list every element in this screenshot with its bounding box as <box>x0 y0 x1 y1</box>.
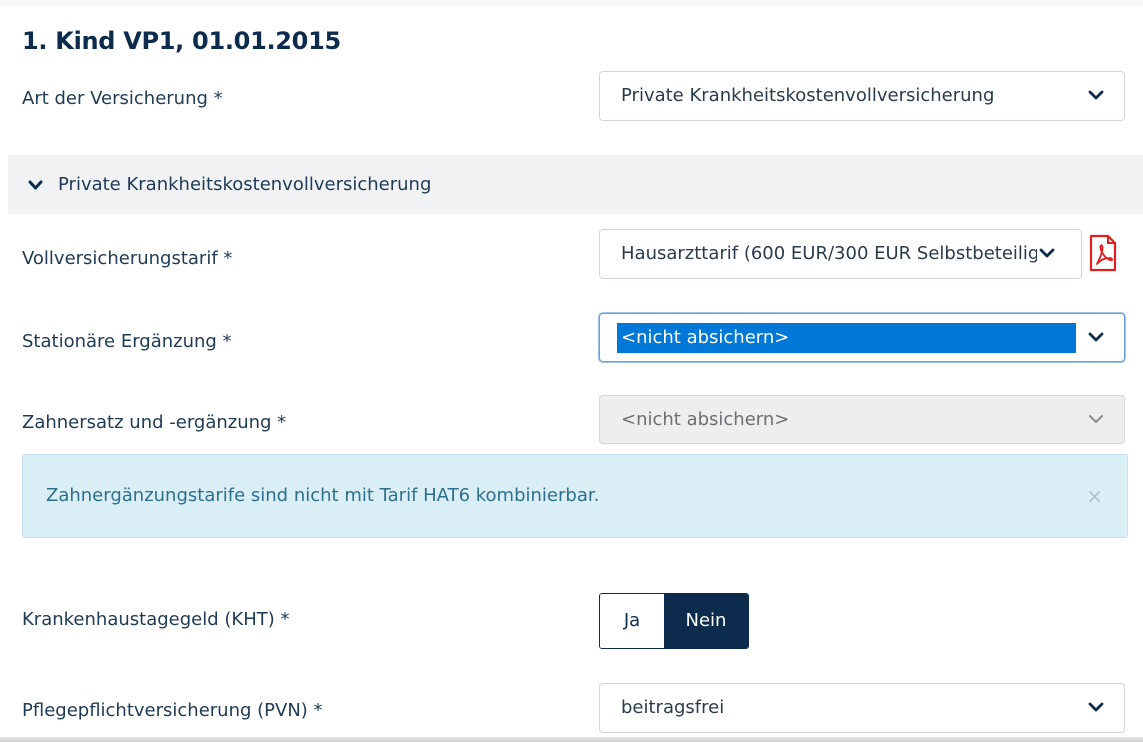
chevron-down-icon <box>1088 90 1104 100</box>
section-header-full-insurance[interactable]: Private Krankheitskostenvollversicherung <box>8 155 1143 214</box>
chevron-down-icon <box>1088 332 1104 342</box>
option-ja-button[interactable]: Ja <box>600 594 664 648</box>
chevron-down-icon <box>1089 415 1103 423</box>
inpatient-label: Stationäre Ergänzung * <box>22 331 232 352</box>
close-icon[interactable]: × <box>1086 484 1103 508</box>
section-header-label: Private Krankheitskostenvollversicherung <box>58 174 432 195</box>
care-insurance-select[interactable]: beitragsfrei <box>599 683 1125 733</box>
hospital-daily-toggle: Ja Nein <box>599 593 749 649</box>
care-insurance-value: beitragsfrei <box>621 697 725 718</box>
care-insurance-label: Pflegepflichtversicherung (PVN) * <box>22 700 323 721</box>
inpatient-select[interactable]: <nicht absichern> <box>599 313 1125 362</box>
top-edge <box>0 0 1143 6</box>
alert-message: Zahnergänzungstarife sind nicht mit Tari… <box>46 485 600 506</box>
dental-select: <nicht absichern> <box>599 395 1125 444</box>
hospital-daily-label: Krankenhaustagegeld (KHT) * <box>22 609 290 630</box>
chevron-down-icon <box>28 180 43 190</box>
dental-label: Zahnersatz und -ergänzung * <box>22 412 287 433</box>
page-title: 1. Kind VP1, 01.01.2015 <box>22 27 341 55</box>
dental-value: <nicht absichern> <box>621 409 790 430</box>
option-nein-button[interactable]: Nein <box>664 594 748 648</box>
chevron-down-icon <box>1088 702 1104 712</box>
bottom-edge <box>0 737 1143 742</box>
info-alert: Zahnergänzungstarife sind nicht mit Tari… <box>22 454 1128 538</box>
insurance-type-value: Private Krankheitskostenvollversicherung <box>621 85 995 106</box>
full-tariff-label: Vollversicherungstarif * <box>22 248 233 269</box>
pdf-icon[interactable] <box>1088 234 1118 272</box>
full-tariff-value: Hausarzttarif (600 EUR/300 EUR Selbstbet… <box>621 243 1037 264</box>
full-tariff-select[interactable]: Hausarzttarif (600 EUR/300 EUR Selbstbet… <box>599 229 1082 279</box>
insurance-type-select[interactable]: Private Krankheitskostenvollversicherung <box>599 71 1125 121</box>
insurance-type-label: Art der Versicherung * <box>22 88 223 109</box>
inpatient-value: <nicht absichern> <box>617 323 1076 353</box>
chevron-down-icon <box>1039 248 1055 258</box>
